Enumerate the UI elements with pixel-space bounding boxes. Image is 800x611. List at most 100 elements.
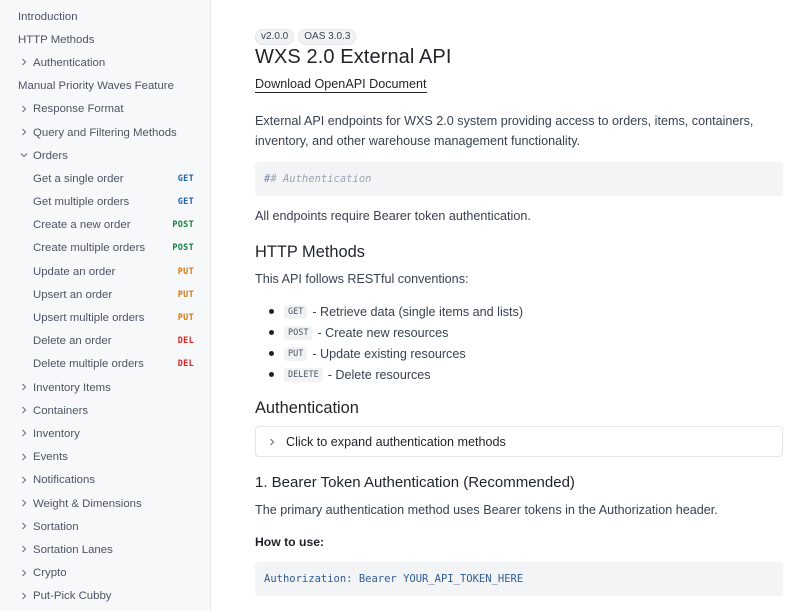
method-code: PUT [284, 346, 308, 361]
sidebar-item-label: Notifications [33, 474, 96, 487]
chevron-down-icon [20, 151, 28, 159]
chevron-right-icon [20, 58, 28, 66]
list-item: GET - Retrieve data (single items and lis… [255, 301, 783, 322]
sidebar-item-weight-dimensions[interactable]: Weight & Dimensions [0, 492, 210, 515]
sidebar-item-label: Containers [33, 404, 89, 417]
sidebar-item-label: Delete an order [33, 335, 112, 348]
sidebar-item-orders[interactable]: Orders [0, 144, 210, 167]
sidebar-item-label: Events [33, 451, 68, 464]
chevron-right-icon [20, 499, 28, 507]
sidebar-item-create-order[interactable]: Create a new order POST [0, 214, 210, 237]
sidebar-item-http-methods[interactable]: HTTP Methods [0, 28, 210, 51]
page-title: WXS 2.0 External API [255, 46, 452, 68]
method-desc: - Update existing resources [312, 346, 466, 361]
sidebar-item-label: Weight & Dimensions [33, 497, 142, 510]
sidebar-item-label: Sortation [33, 520, 79, 533]
sidebar-item-label: Response Format [33, 103, 124, 116]
sidebar-item-sortation[interactable]: Sortation [0, 515, 210, 538]
how-to-use-label: How to use: [255, 535, 325, 549]
chevron-right-icon [20, 105, 28, 113]
sidebar-item-sortation-lanes[interactable]: Sortation Lanes [0, 538, 210, 561]
sidebar-item-response-format[interactable]: Response Format [0, 98, 210, 121]
expander-label: Click to expand authentication methods [286, 434, 506, 449]
sidebar-item-label: Orders [33, 149, 68, 162]
chevron-right-icon [20, 383, 28, 391]
intro-line: inventory, and other warehouse managemen… [255, 133, 581, 148]
sidebar-item-notifications[interactable]: Notifications [0, 469, 210, 492]
sidebar-item-inventory[interactable]: Inventory [0, 422, 210, 445]
method-code: GET [284, 304, 308, 319]
sidebar-item-delete-multiple-orders[interactable]: Delete multiple orders DEL [0, 353, 210, 376]
sidebar-item-label: Create multiple orders [33, 242, 146, 255]
method-badge: PUT [177, 313, 194, 324]
list-item: POST - Create new resources [255, 322, 783, 343]
code-comment-text: # Authentication [270, 173, 372, 185]
method-badge: GET [177, 197, 194, 208]
sidebar: Introduction HTTP Methods Authentication… [0, 0, 211, 611]
sidebar-item-label: Sortation Lanes [33, 543, 113, 556]
sidebar-item-put-pick-cubby[interactable]: Put-Pick Cubby [0, 585, 210, 608]
sidebar-item-label: Delete multiple orders [33, 358, 144, 371]
sidebar-item-upsert-multiple-orders[interactable]: Upsert multiple orders PUT [0, 306, 210, 329]
sidebar-item-label: Upsert an order [33, 288, 113, 301]
chevron-right-icon [20, 128, 28, 136]
sidebar-item-label: Inventory [33, 427, 80, 440]
chevron-right-icon [20, 592, 28, 600]
sidebar-item-label: Put-Pick Cubby [33, 590, 112, 603]
sidebar-item-label: Crypto [33, 567, 67, 580]
sidebar-item-containers[interactable]: Containers [0, 399, 210, 422]
auth-methods-expander[interactable]: Click to expand authentication methods [255, 426, 783, 457]
method-desc: - Create new resources [317, 325, 449, 340]
auth-note: All endpoints require Bearer token authe… [255, 209, 531, 223]
method-code: POST [284, 325, 313, 340]
intro-paragraph: External API endpoints for WXS 2.0 syste… [255, 112, 753, 151]
main-content: v2.0.0 OAS 3.0.3 WXS 2.0 External API Do… [255, 0, 783, 611]
method-desc: - Retrieve data (single items and lists) [312, 304, 524, 319]
chevron-right-icon [20, 545, 28, 553]
code-example-text: Authorization: Bearer YOUR_API_TOKEN_HER… [264, 573, 524, 585]
sidebar-item-label: Query and Filtering Methods [33, 126, 177, 139]
sidebar-item-label: Create a new order [33, 219, 131, 232]
sidebar-item-create-multiple-orders[interactable]: Create multiple orders POST [0, 237, 210, 260]
chevron-right-icon [20, 453, 28, 461]
methods-list: GET - Retrieve data (single items and lis… [255, 301, 783, 385]
sidebar-item-label: HTTP Methods [18, 33, 95, 46]
sidebar-item-label: Upsert multiple orders [33, 312, 145, 325]
method-badge: POST [172, 243, 194, 254]
version-badge: v2.0.0 [255, 29, 295, 45]
sidebar-item-authentication[interactable]: Authentication [0, 51, 210, 74]
sidebar-item-get-single-order[interactable]: Get a single order GET [0, 167, 210, 190]
intro-line: External API endpoints for WXS 2.0 syste… [255, 114, 754, 128]
authentication-heading: Authentication [255, 399, 359, 417]
bearer-heading: 1. Bearer Token Authentication (Recommen… [255, 474, 575, 491]
chevron-right-icon [20, 406, 28, 414]
sidebar-item-upsert-order[interactable]: Upsert an order PUT [0, 283, 210, 306]
sidebar-item-label: Manual Priority Waves Feature [18, 80, 174, 93]
sidebar-item-inventory-items[interactable]: Inventory Items [0, 376, 210, 399]
sidebar-item-update-order[interactable]: Update an order PUT [0, 260, 210, 283]
sidebar-item-label: Introduction [18, 10, 78, 23]
method-badge: GET [177, 173, 194, 184]
sidebar-item-delete-order[interactable]: Delete an order DEL [0, 330, 210, 353]
chevron-right-icon [20, 522, 28, 530]
list-item: PUT - Update existing resources [255, 343, 783, 364]
sidebar-item-label: Inventory Items [33, 381, 111, 394]
sidebar-item-events[interactable]: Events [0, 446, 210, 469]
http-methods-heading: HTTP Methods [255, 243, 365, 261]
sidebar-item-query-filtering[interactable]: Query and Filtering Methods [0, 121, 210, 144]
sidebar-item-get-multiple-orders[interactable]: Get multiple orders GET [0, 191, 210, 214]
sidebar-nav: Introduction HTTP Methods Authentication… [0, 0, 210, 608]
chevron-right-icon [20, 476, 28, 484]
method-code: DELETE [284, 367, 323, 382]
download-openapi-link[interactable]: Download OpenAPI Document [255, 77, 427, 93]
chevron-right-icon [20, 569, 28, 577]
bearer-description: The primary authentication method uses B… [255, 503, 718, 517]
oas-badge: OAS 3.0.3 [298, 29, 357, 45]
sidebar-item-manual-priority-waves[interactable]: Manual Priority Waves Feature [0, 75, 210, 98]
sidebar-item-label: Update an order [33, 265, 116, 278]
sidebar-item-crypto[interactable]: Crypto [0, 562, 210, 585]
sidebar-item-label: Authentication [33, 56, 106, 69]
sidebar-item-introduction[interactable]: Introduction [0, 5, 210, 28]
badge-group: v2.0.0 OAS 3.0.3 [255, 29, 357, 45]
chevron-right-icon [20, 429, 28, 437]
